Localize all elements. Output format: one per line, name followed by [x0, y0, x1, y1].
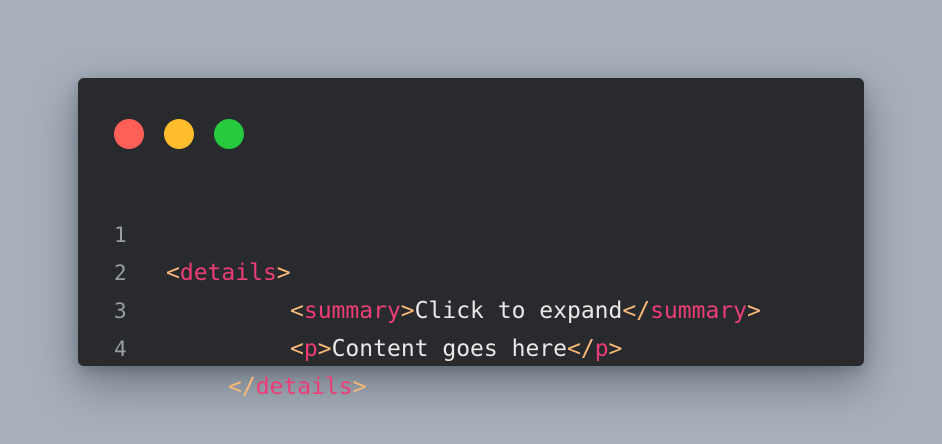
- minimize-window-dot[interactable]: [164, 119, 194, 149]
- code-line-content: <p>Content goes here</p>: [290, 330, 622, 368]
- open-bracket: </: [228, 374, 256, 400]
- tag-name: details: [255, 374, 353, 400]
- tag-name: p: [303, 336, 318, 362]
- open-bracket: <: [166, 260, 180, 286]
- end-close-bracket: >: [608, 336, 623, 362]
- close-bracket: >: [400, 298, 415, 324]
- code-line-content: <summary>Click to expand</summary>: [290, 292, 761, 330]
- open-bracket: <: [290, 336, 304, 362]
- end-open-bracket: </: [566, 336, 595, 362]
- code-window: 1 <details> 2 <summary>Click to expand</…: [78, 78, 864, 400]
- end-open-bracket: </: [622, 298, 651, 324]
- close-bracket: >: [317, 336, 332, 362]
- code-line-2: 2 <summary>Click to expand</summary>: [78, 216, 761, 324]
- code-line-4: 4 </details>: [78, 292, 367, 400]
- code-line-content: </details>: [228, 368, 367, 406]
- tag-name: summary: [303, 298, 401, 324]
- maximize-window-dot[interactable]: [214, 119, 244, 149]
- open-bracket: <: [290, 298, 304, 324]
- line-number: 4: [114, 337, 127, 361]
- code-line-3: 3 <p>Content goes here</p>: [78, 254, 622, 362]
- element-text: Click to expand: [414, 298, 623, 324]
- end-close-bracket: >: [747, 298, 761, 324]
- tag-name: details: [179, 260, 277, 286]
- element-text: Content goes here: [331, 336, 567, 362]
- end-tag-name: p: [594, 336, 609, 362]
- code-line-1: 1 <details>: [78, 178, 291, 286]
- code-line-content: <details>: [166, 254, 291, 292]
- close-bracket: >: [276, 260, 291, 286]
- end-tag-name: summary: [650, 298, 748, 324]
- close-window-dot[interactable]: [114, 119, 144, 149]
- close-bracket: >: [352, 374, 367, 400]
